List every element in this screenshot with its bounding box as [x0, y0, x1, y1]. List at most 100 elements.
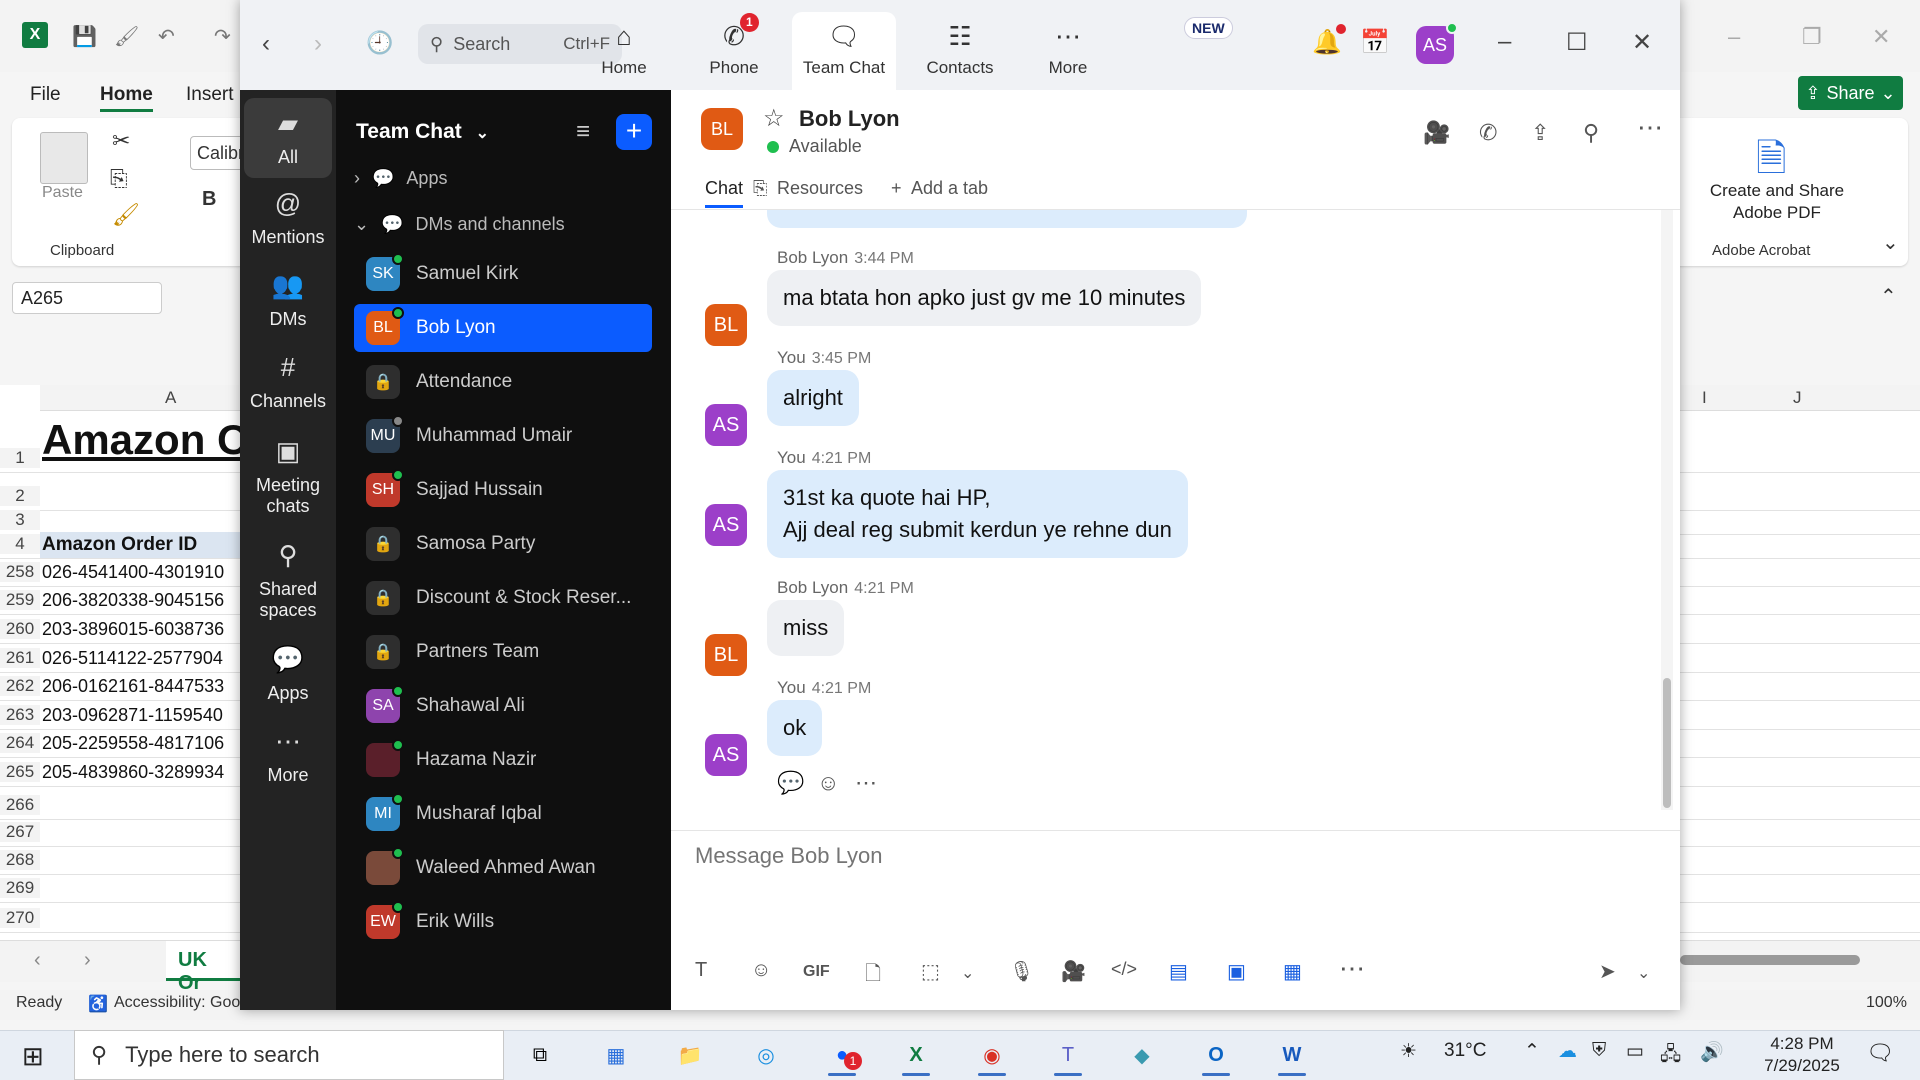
format-painter-qa-icon[interactable]: 🖌	[114, 24, 139, 49]
message-avatar[interactable]: AS	[705, 504, 747, 546]
message-sender[interactable]: Bob Lyon	[777, 578, 848, 597]
app-whiteboard-icon[interactable]: ▣	[1227, 959, 1246, 984]
chrome-icon[interactable]: ◉	[970, 1034, 1014, 1076]
taskbar-search[interactable]: ⚲ Type here to search	[74, 1030, 504, 1080]
search-chat-icon[interactable]: ⚲	[1583, 120, 1599, 146]
order-id-cell[interactable]: 203-0962871-1159540	[42, 705, 242, 726]
edge-icon[interactable]: ◎	[744, 1034, 788, 1076]
sheet-tab-uk[interactable]: UK Or	[166, 941, 246, 994]
tab-add[interactable]: Add a tab	[911, 178, 988, 199]
message-avatar[interactable]: AS	[705, 734, 747, 776]
more-options-icon[interactable]: ⋯	[1637, 112, 1663, 143]
file-icon[interactable]: 🗋	[865, 959, 881, 993]
row-header[interactable]: 258	[0, 562, 40, 582]
tab-phone[interactable]: ✆ 1 Phone	[682, 12, 786, 90]
undo-icon[interactable]: ↶	[158, 24, 175, 49]
chat-scrollbar-thumb[interactable]	[1663, 678, 1671, 808]
message-sender[interactable]: You	[777, 448, 806, 467]
minimize-icon[interactable]: –	[1498, 28, 1511, 56]
reply-thread-icon[interactable]: 💬	[777, 770, 804, 796]
column-j-header[interactable]: J	[1793, 388, 1802, 408]
order-id-cell[interactable]: 026-4541400-4301910	[42, 562, 242, 583]
tab-home[interactable]: ⌂ Home	[572, 12, 676, 90]
rail-dms[interactable]: 👥 DMs	[244, 264, 332, 336]
message-avatar[interactable]: BL	[705, 634, 747, 676]
column-a-header[interactable]: A	[165, 388, 176, 408]
menu-home[interactable]: Home	[100, 84, 153, 112]
start-icon[interactable]: ⊞	[22, 1041, 44, 1072]
menu-insert[interactable]: Insert	[186, 84, 234, 106]
column-i-header[interactable]: I	[1702, 388, 1707, 408]
order-id-cell[interactable]: 205-4839860-3289934	[42, 762, 242, 783]
gif-icon[interactable]: GIF	[803, 963, 830, 981]
tab-more[interactable]: ⋯ More	[1016, 12, 1120, 90]
message-bubble[interactable]: 31st ka quote hai HP, Ajj deal reg submit…	[767, 470, 1188, 558]
rail-meeting-chats[interactable]: ▣ Meeting chats	[244, 430, 332, 523]
row-header[interactable]: 270	[0, 908, 40, 928]
cut-icon[interactable]: ✂	[112, 128, 130, 154]
code-snippet-icon[interactable]: </>	[1111, 959, 1137, 980]
rail-apps[interactable]: 💬 Apps	[244, 638, 332, 710]
send-icon[interactable]: ➤	[1599, 959, 1616, 984]
message-bubble[interactable]: alright	[767, 370, 859, 426]
order-id-cell[interactable]: 205-2259558-4817106	[42, 733, 242, 754]
excel-app-icon[interactable]: X	[894, 1034, 938, 1076]
formula-expand-icon[interactable]: ⌃	[1880, 284, 1897, 309]
rail-more[interactable]: ⋯ More	[244, 720, 332, 792]
battery-icon[interactable]: ▭	[1626, 1040, 1644, 1063]
row-header[interactable]: 261	[0, 648, 40, 668]
star-icon[interactable]: ☆	[763, 104, 785, 133]
phone-call-icon[interactable]: ✆	[1479, 120, 1497, 146]
rail-shared-spaces[interactable]: ⚲ Shared spaces	[244, 534, 332, 627]
app-docs-icon[interactable]: ▤	[1169, 959, 1188, 984]
tab-resources[interactable]: Resources	[777, 178, 863, 199]
dm-item[interactable]: MU Muhammad Umair	[354, 412, 652, 460]
tab-chat[interactable]: Chat	[705, 178, 744, 208]
format-painter-icon[interactable]: 🖌	[112, 202, 140, 228]
message-bubble[interactable]: ma btata hon apko just gv me 10 minutes	[767, 270, 1202, 326]
add-reaction-icon[interactable]: ☺	[817, 770, 839, 796]
clock-time[interactable]: 4:28 PM	[1748, 1034, 1856, 1054]
file-explorer-icon[interactable]: 📁	[668, 1034, 712, 1076]
dm-item[interactable]: SH Sajjad Hussain	[354, 466, 652, 514]
order-id-cell[interactable]: 026-5114122-2577904	[42, 648, 242, 669]
forward-icon[interactable]: ›	[314, 30, 322, 58]
row-header[interactable]: 262	[0, 676, 40, 696]
word-icon[interactable]: W	[1270, 1034, 1314, 1076]
order-id-header-cell[interactable]: Amazon Order ID	[40, 532, 240, 558]
app-clips-icon[interactable]: ▦	[1283, 959, 1302, 984]
contact-avatar[interactable]: BL	[701, 108, 743, 150]
channel-item[interactable]: 🔒 Samosa Party	[354, 520, 652, 568]
contact-name[interactable]: Bob Lyon	[799, 106, 900, 132]
filter-icon[interactable]: ≡	[576, 118, 590, 146]
network-icon[interactable]: 🖧	[1660, 1040, 1681, 1072]
name-box[interactable]: A265	[12, 282, 162, 314]
message-sender[interactable]: You	[777, 348, 806, 367]
more-tools-icon[interactable]: ⋯	[1339, 953, 1365, 984]
maximize-icon[interactable]: ☐	[1566, 28, 1588, 57]
calculator-icon[interactable]: ▦	[594, 1034, 638, 1076]
prev-sheet-icon[interactable]: ‹	[34, 949, 41, 972]
channel-item[interactable]: 🔒 Attendance	[354, 358, 652, 406]
redo-icon[interactable]: ↷	[214, 24, 231, 49]
security-icon[interactable]: ⛨	[1592, 1040, 1606, 1062]
row-header[interactable]: 1	[0, 448, 40, 468]
message-input[interactable]	[695, 843, 1655, 869]
row-header[interactable]: 266	[0, 795, 40, 815]
next-sheet-icon[interactable]: ›	[84, 949, 91, 972]
row-header[interactable]: 259	[0, 590, 40, 610]
message-bubble[interactable]: miss	[767, 600, 845, 656]
dm-item[interactable]: MI Musharaf Iqbal	[354, 790, 652, 838]
message-more-icon[interactable]: ⋯	[855, 770, 877, 796]
row-header[interactable]: 265	[0, 762, 40, 782]
teams-icon[interactable]: T	[1046, 1034, 1090, 1076]
message-avatar[interactable]: BL	[705, 304, 747, 346]
outlook-icon[interactable]: O	[1194, 1034, 1238, 1076]
dm-item[interactable]: EW Erik Wills	[354, 898, 652, 946]
onedrive-icon[interactable]: ☁	[1558, 1040, 1577, 1063]
rail-channels[interactable]: # Channels	[244, 346, 332, 418]
format-text-icon[interactable]: T	[695, 959, 707, 982]
video-message-icon[interactable]: 🎥	[1061, 959, 1086, 984]
volume-icon[interactable]: 🔊	[1700, 1040, 1724, 1064]
dm-item[interactable]: BL Bob Lyon	[354, 304, 652, 352]
